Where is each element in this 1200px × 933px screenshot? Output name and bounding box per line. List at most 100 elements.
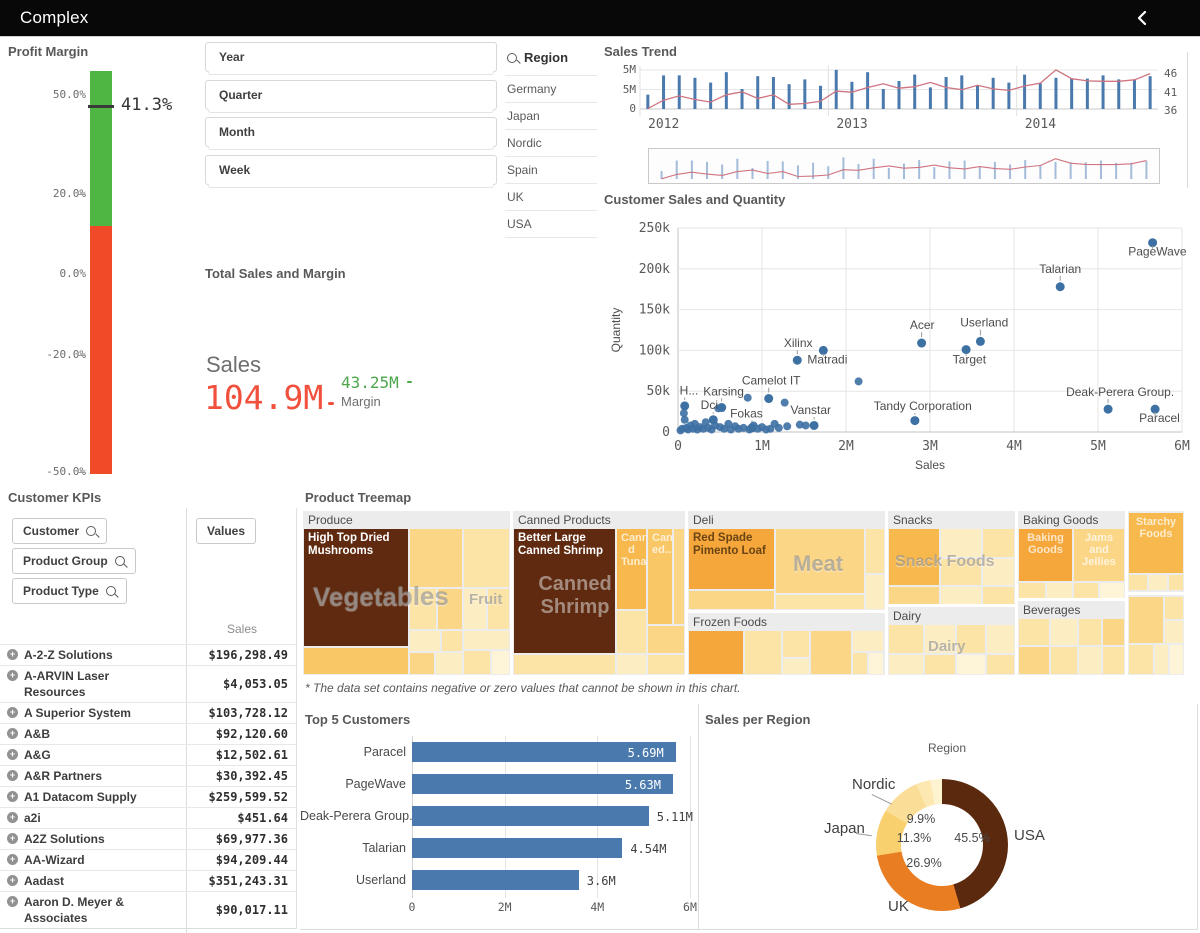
dim-chip-product-type[interactable]: Product Type — [12, 578, 127, 604]
donut-label-nordic[interactable]: Nordic — [852, 776, 895, 793]
treemap-tile[interactable]: Canne-d Tuna — [617, 529, 646, 609]
trend-bar[interactable] — [945, 77, 948, 109]
treemap-tile[interactable] — [464, 529, 509, 587]
region-item-usa[interactable]: USA — [505, 210, 597, 238]
treemap-tile[interactable] — [783, 659, 809, 674]
treemap-tile[interactable] — [889, 625, 923, 653]
treemap-group-header[interactable]: Deli — [688, 511, 885, 529]
scatter-point[interactable] — [717, 403, 726, 412]
trend-bar[interactable] — [756, 76, 759, 109]
treemap-tile[interactable] — [811, 631, 851, 674]
treemap-tile[interactable] — [648, 626, 684, 653]
customer-name-cell[interactable]: +A&B — [0, 724, 172, 744]
treemap-tile[interactable] — [983, 529, 1014, 557]
treemap-tile[interactable] — [617, 655, 646, 674]
treemap-tile[interactable] — [987, 655, 1014, 674]
region-item-uk[interactable]: UK — [505, 183, 597, 210]
treemap-tile[interactable] — [889, 587, 939, 604]
treemap-group-header[interactable]: Canned Products — [513, 511, 685, 529]
scatter-point[interactable] — [747, 423, 756, 432]
treemap-tile[interactable] — [1051, 647, 1077, 674]
chevron-left-icon[interactable] — [1134, 9, 1152, 27]
expand-icon[interactable]: + — [7, 833, 18, 844]
scatter-point[interactable] — [681, 416, 689, 424]
treemap-tile[interactable] — [1169, 575, 1183, 590]
customer-name-cell[interactable]: +Aaron D. Meyer & Associates — [0, 892, 172, 928]
trend-bar[interactable] — [725, 72, 728, 109]
scatter-point[interactable] — [709, 415, 718, 424]
trend-bar[interactable] — [976, 86, 979, 109]
treemap-tile[interactable] — [1165, 621, 1183, 643]
treemap-tile[interactable] — [776, 595, 864, 609]
trend-bar[interactable] — [929, 87, 932, 109]
treemap-tile[interactable] — [438, 589, 462, 629]
expand-icon[interactable]: + — [7, 896, 18, 907]
treemap-tile[interactable] — [410, 589, 436, 629]
treemap-tile[interactable] — [689, 631, 743, 674]
customer-scatter-chart[interactable]: 01M2M3M4M5M6M050k100k150k200k250kSalesQu… — [608, 216, 1200, 474]
treemap-tile[interactable] — [1074, 583, 1098, 598]
treemap-tile[interactable] — [1047, 583, 1072, 598]
filter-box-month[interactable]: Month — [205, 117, 497, 147]
table-row[interactable]: +AA-Wizard$94,209.44 — [0, 849, 296, 870]
trend-bar[interactable] — [788, 84, 791, 109]
treemap-group-header[interactable]: Snacks — [888, 511, 1015, 529]
trend-bar[interactable] — [693, 78, 696, 109]
bar[interactable] — [412, 806, 649, 826]
region-filter-header[interactable]: Region — [505, 46, 597, 75]
customer-name-cell[interactable]: +A2Z Solutions — [0, 829, 172, 849]
bar[interactable] — [412, 838, 622, 858]
treemap-tile[interactable] — [1129, 575, 1147, 590]
sales-trend-navigator[interactable] — [648, 148, 1160, 184]
trend-bar[interactable] — [1039, 83, 1042, 109]
treemap-tile[interactable] — [1019, 619, 1049, 645]
treemap-tile[interactable] — [869, 653, 883, 674]
treemap-tile[interactable] — [941, 529, 981, 557]
treemap-tile[interactable] — [1079, 647, 1101, 674]
customer-name-cell[interactable]: +A&G — [0, 745, 172, 765]
treemap-tile[interactable] — [514, 655, 615, 674]
donut-label-uk[interactable]: UK — [888, 898, 909, 915]
treemap-tile[interactable] — [410, 653, 434, 674]
table-row[interactable]: +A&B$92,120.60 — [0, 723, 296, 744]
treemap-tile[interactable]: Baking Goods — [1019, 529, 1072, 581]
treemap-tile[interactable]: High Top Dried Mushrooms — [304, 529, 408, 646]
treemap-tile[interactable] — [1019, 583, 1045, 598]
treemap-tile[interactable]: Cann-ed... — [648, 529, 672, 624]
customer-name-cell[interactable]: +A-ARVIN Laser Resources — [0, 666, 172, 702]
product-treemap[interactable]: ProduceCanned ProductsDeliFrozen FoodsSn… — [303, 511, 1184, 675]
donut-label-japan[interactable]: Japan — [824, 820, 865, 837]
table-row[interactable]: +A&R Partners$30,392.45 — [0, 765, 296, 786]
sales-column-header[interactable]: Sales — [186, 622, 298, 636]
bar[interactable] — [412, 870, 579, 890]
expand-icon[interactable]: + — [7, 749, 18, 760]
scatter-point[interactable] — [781, 399, 789, 407]
table-row[interactable]: +A1 Datacom Supply$259,599.52 — [0, 786, 296, 807]
filter-box-week[interactable]: Week — [205, 155, 497, 185]
table-row[interactable]: +A-2-Z Solutions$196,298.49 — [0, 644, 296, 665]
table-row[interactable]: +A&G$12,502.61 — [0, 744, 296, 765]
trend-bar[interactable] — [898, 81, 901, 109]
dim-chip-customer[interactable]: Customer — [12, 518, 107, 544]
customer-name-cell[interactable]: +AA-Wizard — [0, 850, 172, 870]
table-row[interactable]: +A-ARVIN Laser Resources$4,053.05 — [0, 665, 296, 702]
filter-box-year[interactable]: Year — [205, 42, 497, 72]
trend-bar[interactable] — [1117, 79, 1120, 109]
scatter-point[interactable] — [744, 394, 752, 402]
customer-name-cell[interactable]: +Aadast — [0, 871, 172, 891]
customer-name-cell[interactable]: +A-2-Z Solutions — [0, 645, 172, 665]
trend-bar[interactable] — [1023, 75, 1026, 109]
treemap-group-header[interactable]: Produce — [303, 511, 510, 529]
customer-name-cell[interactable]: +A Superior System — [0, 703, 172, 723]
trend-bar[interactable] — [866, 72, 869, 109]
trend-bar[interactable] — [882, 89, 885, 109]
treemap-tile[interactable]: Better Large Canned Shrimp — [514, 529, 615, 653]
treemap-tile[interactable]: Starchy Foods — [1129, 513, 1183, 573]
trend-bar[interactable] — [678, 75, 681, 109]
scatter-point[interactable] — [793, 356, 802, 365]
sales-trend-chart[interactable]: 2012201320145M2.5M0464136 — [620, 56, 1200, 148]
expand-icon[interactable]: + — [7, 854, 18, 865]
scatter-point[interactable] — [810, 421, 819, 430]
treemap-tile[interactable] — [464, 589, 486, 629]
profit-margin-gauge[interactable] — [90, 71, 112, 474]
